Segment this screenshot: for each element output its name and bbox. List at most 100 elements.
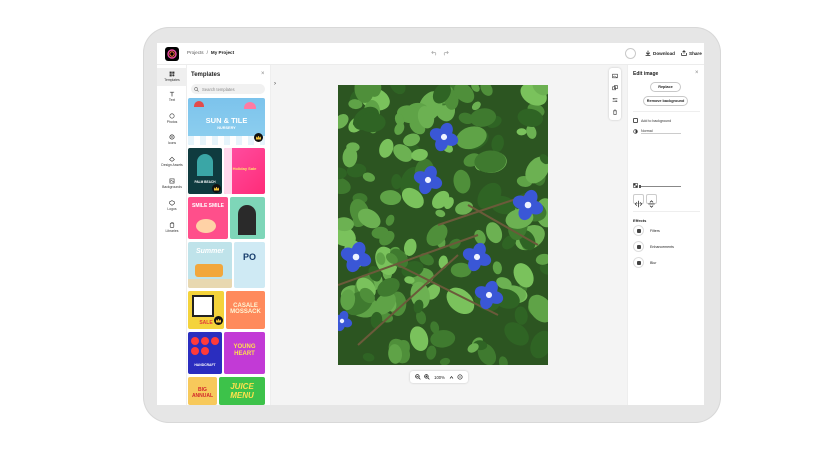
- image-tool-column: [609, 68, 621, 120]
- replace-button[interactable]: Replace: [650, 82, 681, 92]
- redo-icon[interactable]: [442, 49, 449, 56]
- rail-item-logos[interactable]: Logos: [157, 200, 187, 211]
- blend-icon: [633, 129, 638, 134]
- sand-shape: [188, 279, 232, 288]
- filters-icon: [633, 225, 644, 236]
- zoom-in-icon[interactable]: [424, 374, 431, 380]
- thumb-title: JUICE MENU: [230, 382, 254, 400]
- thumb-title: CASALE MOSSACK: [230, 303, 261, 315]
- share-button[interactable]: Share: [681, 50, 702, 56]
- rail-item-icons[interactable]: Icons: [157, 134, 187, 145]
- template-thumb[interactable]: BIG ANNUAL: [188, 377, 217, 405]
- edit-panel-title: Edit image: [633, 71, 659, 77]
- rail-item-templates[interactable]: Templates: [157, 68, 187, 86]
- rail-item-photos[interactable]: Photos: [157, 113, 187, 124]
- template-thumb[interactable]: SUN & TILE NURSERY: [188, 98, 265, 145]
- app-screen: Projects / My Project Download Share Tem…: [157, 43, 704, 405]
- breadcrumb-projects[interactable]: Projects: [187, 50, 204, 55]
- rail-label-design-assets: Design Assets: [161, 163, 183, 167]
- effect-label: Enhancements: [650, 244, 674, 249]
- flip-vertical-button[interactable]: [646, 194, 657, 208]
- template-thumb[interactable]: SALE: [188, 291, 224, 329]
- checkbox-icon: [633, 118, 638, 123]
- thumb-title: BIG ANNUAL: [191, 387, 214, 399]
- effect-blur[interactable]: Blur: [633, 257, 656, 268]
- blend-mode-select[interactable]: Normal: [633, 129, 681, 134]
- libraries-icon: [169, 222, 175, 228]
- top-bar: Projects / My Project Download Share: [157, 43, 704, 65]
- template-thumb[interactable]: JUICE MENU: [219, 377, 265, 405]
- close-icon[interactable]: ×: [695, 70, 699, 76]
- adjust-icon[interactable]: [612, 97, 618, 103]
- effect-enhancements[interactable]: Enhancements: [633, 241, 674, 252]
- zoom-out-icon[interactable]: [415, 374, 421, 380]
- ribbon-shape: [224, 148, 232, 194]
- rail-item-libraries[interactable]: Libraries: [157, 222, 187, 233]
- add-to-background-label: Add to background: [641, 118, 672, 123]
- divider: [633, 111, 700, 112]
- opacity-slider[interactable]: [639, 185, 681, 188]
- thumb-title: YOUNG HEART: [233, 344, 256, 357]
- download-label: Download: [653, 50, 675, 56]
- app-logo-icon[interactable]: [165, 47, 179, 61]
- template-thumb[interactable]: YOUNG HEART: [224, 332, 265, 374]
- rail-label-backgrounds: Backgrounds: [162, 185, 182, 189]
- add-to-background-toggle[interactable]: Add to background: [633, 118, 671, 123]
- remove-background-button[interactable]: Remove background: [643, 96, 688, 106]
- zoom-level[interactable]: 100%: [434, 375, 445, 380]
- edit-image-panel: Edit image × Replace Remove background A…: [627, 65, 704, 405]
- logos-icon: [169, 200, 175, 206]
- undo-icon[interactable]: [431, 49, 438, 56]
- flip-vertical-icon: [648, 200, 655, 208]
- breadcrumb-current[interactable]: My Project: [211, 50, 234, 55]
- effect-filters[interactable]: Filters: [633, 225, 660, 236]
- zoom-bar: 100%: [410, 371, 468, 383]
- fit-screen-icon[interactable]: [457, 374, 463, 380]
- template-thumb[interactable]: PO: [234, 242, 265, 288]
- thumb-title: PO: [242, 252, 256, 262]
- breadcrumb: Projects / My Project: [187, 50, 234, 55]
- canvas-image[interactable]: [338, 85, 548, 365]
- umbrella-shape: [194, 101, 204, 107]
- effect-label: Blur: [650, 260, 657, 265]
- premium-crown-icon: [254, 133, 263, 142]
- thumb-title: Holiday Sale: [232, 166, 257, 171]
- close-icon[interactable]: ×: [261, 71, 265, 77]
- rail-item-backgrounds[interactable]: Backgrounds: [157, 178, 187, 189]
- trash-icon[interactable]: [612, 109, 618, 115]
- flip-horizontal-button[interactable]: [633, 194, 644, 208]
- rail-label-libraries: Libraries: [165, 229, 179, 233]
- premium-crown-icon: [212, 184, 221, 193]
- left-rail: Templates Text Photos Icons Design Asset…: [157, 65, 187, 405]
- rail-item-text[interactable]: Text: [157, 91, 187, 102]
- blend-mode-value: Normal: [641, 129, 681, 134]
- panel-title: Templates: [191, 72, 221, 78]
- opacity-icon: [633, 183, 638, 188]
- avatar[interactable]: [625, 48, 636, 59]
- dot-shape: [211, 337, 219, 345]
- undo-redo-group: [431, 49, 449, 56]
- template-thumb[interactable]: Summer: [188, 242, 232, 288]
- thumb-subtitle: NURSERY: [217, 126, 236, 130]
- duplicate-icon[interactable]: [612, 85, 618, 91]
- thumb-title: Summer: [195, 248, 224, 255]
- collapse-panel-chevron-icon[interactable]: ›: [274, 81, 276, 87]
- download-button[interactable]: Download: [645, 50, 675, 56]
- dot-shape: [201, 347, 209, 355]
- photos-icon: [169, 113, 175, 119]
- rail-label-photos: Photos: [166, 120, 178, 124]
- template-thumb[interactable]: [230, 197, 265, 239]
- image-icon[interactable]: [612, 73, 618, 79]
- search-input[interactable]: Search templates: [191, 84, 265, 94]
- leaf-shape: [357, 112, 386, 133]
- template-thumb[interactable]: SMILE SMILE: [188, 197, 228, 239]
- design-assets-icon: [169, 156, 175, 162]
- templates-panel: Templates × Search templates SUN & TILE …: [187, 65, 271, 405]
- template-thumb[interactable]: PALM BEACH: [188, 148, 222, 194]
- template-thumb[interactable]: CASALE MOSSACK: [226, 291, 265, 329]
- template-thumb[interactable]: Holiday Sale: [224, 148, 265, 194]
- rail-label-icons: Icons: [167, 141, 177, 145]
- template-thumb[interactable]: HANDCRAFT: [188, 332, 222, 374]
- rail-item-design-assets[interactable]: Design Assets: [157, 156, 187, 167]
- chevron-up-icon[interactable]: [449, 375, 454, 380]
